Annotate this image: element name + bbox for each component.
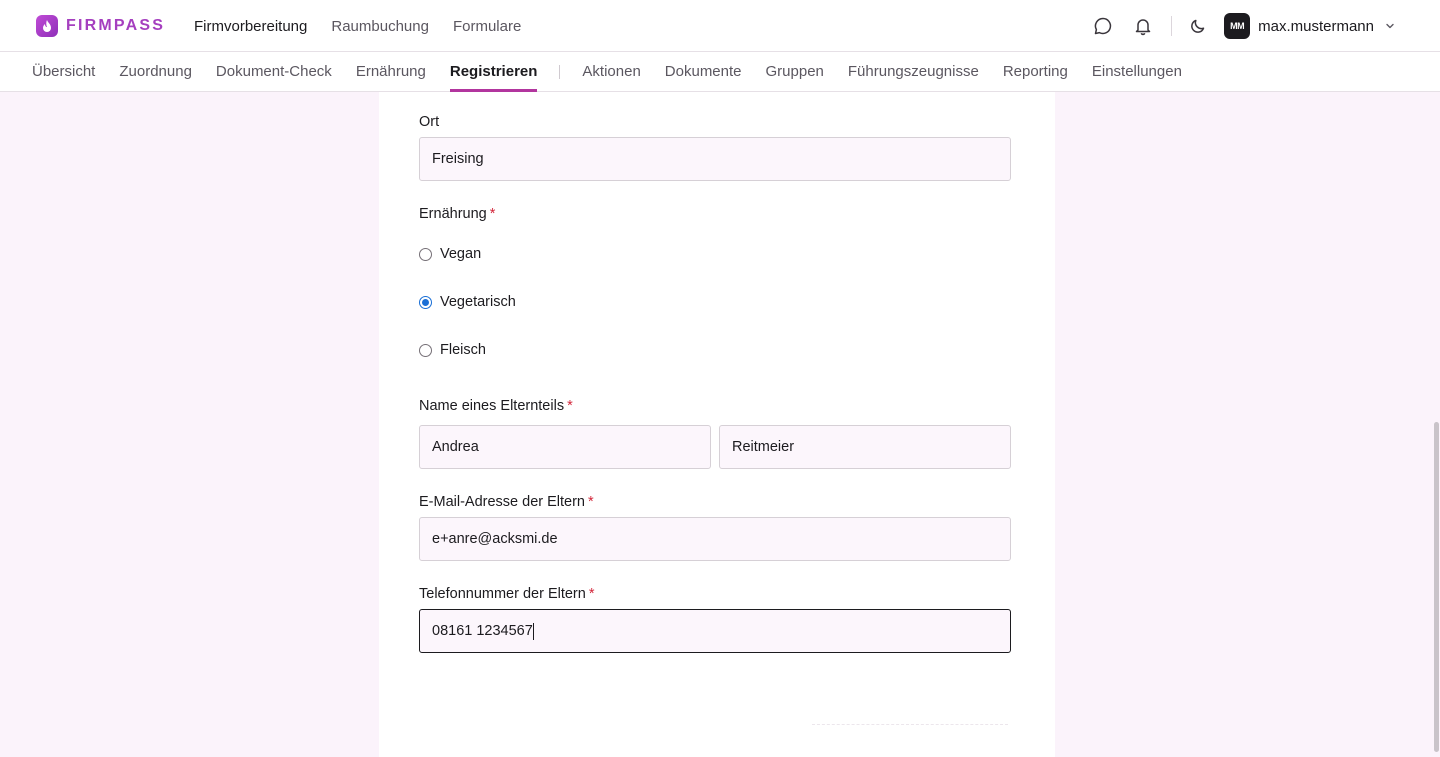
page-scrollbar[interactable] [1434, 422, 1439, 752]
elternteil-label: Name eines Elternteils * [419, 398, 573, 414]
radio-label-vegan: Vegan [440, 246, 482, 262]
radio-button[interactable] [419, 343, 432, 357]
radio-label-fleisch: Fleisch [440, 342, 486, 358]
radio-vegan[interactable]: Vegan [419, 246, 481, 262]
avatar[interactable]: MM [1224, 13, 1251, 39]
tab-gruppen[interactable]: Gruppen [766, 52, 824, 91]
ort-label-text: Ort [419, 114, 440, 130]
radio-vegetarisch[interactable]: Vegetarisch [419, 294, 516, 310]
text-caret [532, 622, 534, 640]
main-nav-formulare[interactable]: Formulare [453, 18, 521, 35]
toolbar-divider [1171, 16, 1173, 36]
elternteil-last-name-input[interactable]: Reitmeier [719, 425, 1011, 469]
tab-zuordnung[interactable]: Zuordnung [119, 52, 192, 91]
tab-reporting[interactable]: Reporting [1003, 52, 1068, 91]
tab-uebersicht[interactable]: Übersicht [32, 52, 95, 91]
email-input[interactable]: e+anre@acksmi.de [419, 517, 1011, 561]
ort-label: Ort [419, 114, 439, 130]
elternteil-first-name-value: Andrea [432, 439, 479, 455]
top-right-actions: MM max.mustermann [1091, 0, 1440, 52]
required-mark: * [588, 586, 595, 602]
username[interactable]: max.mustermann [1258, 18, 1374, 35]
ernaehrung-label-text: Ernährung [419, 206, 487, 222]
radio-label-vegetarisch: Vegetarisch [440, 294, 516, 310]
tab-aktionen[interactable]: Aktionen [582, 52, 640, 91]
required-mark: * [567, 398, 573, 414]
email-label: E-Mail-Adresse der Eltern * [419, 494, 594, 510]
radio-fleisch[interactable]: Fleisch [419, 342, 486, 358]
radio-button[interactable] [419, 247, 432, 261]
tab-ernaehrung[interactable]: Ernährung [356, 52, 426, 91]
main-nav-raumbuchung[interactable]: Raumbuchung [331, 18, 429, 35]
sub-nav: Übersicht Zuordnung Dokument-Check Ernäh… [0, 52, 1440, 92]
tab-fuehrungszeugnisse[interactable]: Führungszeugnisse [848, 52, 979, 91]
telefon-input[interactable]: 08161 1234567 [419, 609, 1011, 653]
radio-button-checked[interactable] [419, 295, 432, 309]
flame-icon [36, 15, 58, 37]
ort-value: Freising [432, 151, 484, 167]
telefon-label-text: Telefonnummer der Eltern [419, 586, 586, 602]
main-nav: Firmvorbereitung Raumbuchung Formulare [194, 0, 545, 52]
app-logo[interactable]: FIRMPASS [36, 15, 165, 37]
email-label-text: E-Mail-Adresse der Eltern [419, 494, 585, 510]
elternteil-last-name-value: Reitmeier [732, 439, 795, 455]
tab-einstellungen[interactable]: Einstellungen [1092, 52, 1182, 91]
telefon-value: 08161 1234567 [432, 623, 533, 639]
main-nav-firmvorbereitung[interactable]: Firmvorbereitung [194, 18, 307, 35]
logo-text: FIRMPASS [66, 17, 166, 34]
elternteil-first-name-input[interactable]: Andrea [419, 425, 711, 469]
required-mark: * [588, 494, 594, 510]
ort-input[interactable]: Freising [419, 137, 1011, 181]
elternteil-label-text: Name eines Elternteils [419, 398, 565, 414]
chat-icon[interactable] [1091, 14, 1115, 38]
moon-icon[interactable] [1186, 14, 1210, 38]
bell-icon[interactable] [1131, 14, 1155, 38]
ernaehrung-label: Ernährung * [419, 206, 495, 222]
tab-dokument-check[interactable]: Dokument-Check [216, 52, 332, 91]
faint-divider [812, 724, 1008, 725]
tab-dokumente[interactable]: Dokumente [665, 52, 742, 91]
tab-registrieren[interactable]: Registrieren [449, 52, 537, 92]
required-mark: * [489, 206, 496, 222]
top-bar: FIRMPASS Firmvorbereitung Raumbuchung Fo… [0, 0, 1440, 52]
email-value: e+anre@acksmi.de [432, 531, 558, 547]
chevron-down-icon[interactable] [1378, 14, 1402, 38]
subnav-divider [559, 64, 561, 79]
telefon-label: Telefonnummer der Eltern * [419, 586, 594, 602]
